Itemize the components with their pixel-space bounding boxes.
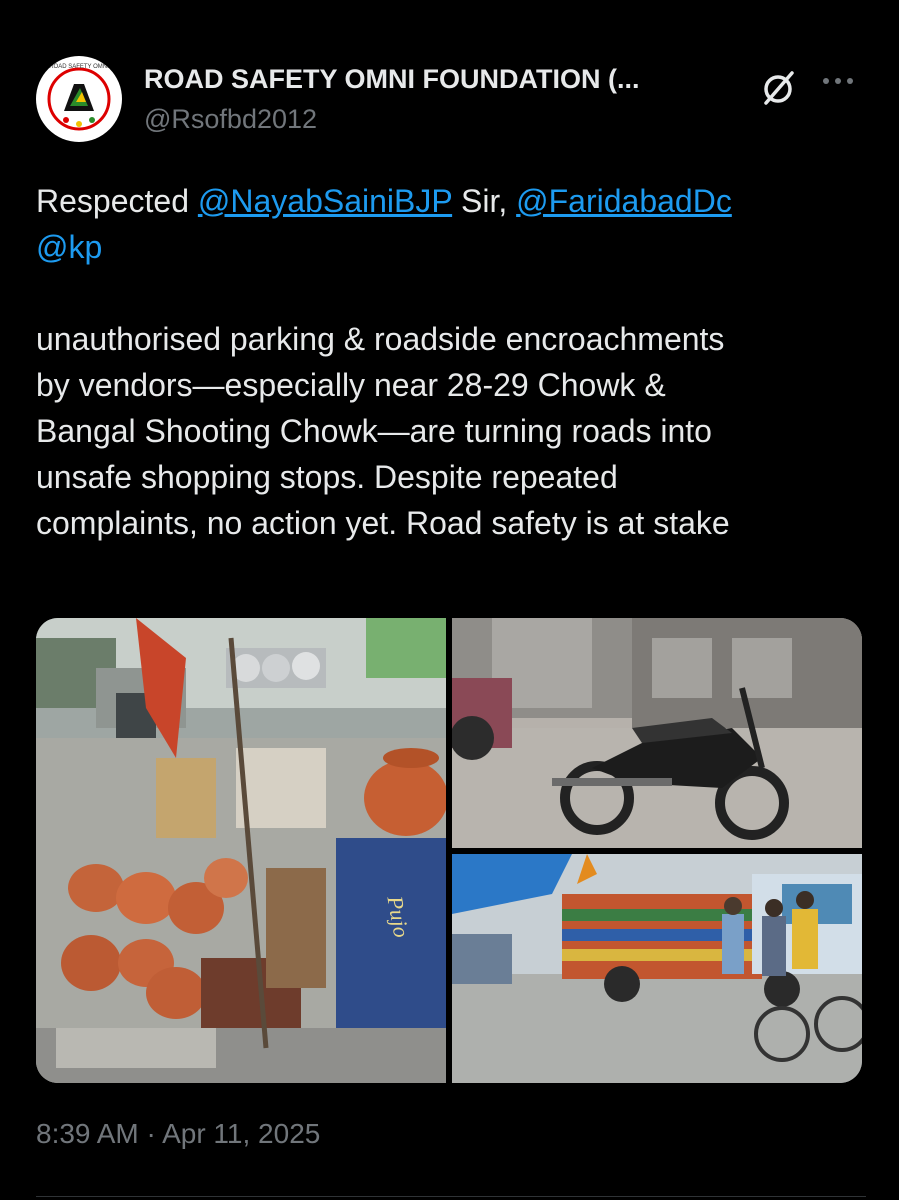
photo-pot-vendors[interactable]: Pujo (36, 618, 446, 1083)
mention-link[interactable]: @FaridabadDc (516, 183, 732, 219)
mention-link[interactable]: @kp (36, 229, 102, 265)
respected-text: Respected (36, 183, 189, 219)
avatar[interactable]: ROAD SAFETY OMNI (36, 56, 122, 142)
post-header: ROAD SAFETY OMNI ROAD SAFETY OMNI FOUNDA… (36, 56, 866, 146)
photo-parked-motorcycle[interactable] (452, 618, 862, 848)
grok-icon[interactable] (758, 68, 798, 108)
body-line: unauthorised parking & roadside encroach… (36, 321, 725, 357)
photo-truck-on-road[interactable] (452, 854, 862, 1083)
mention-link[interactable]: @NayabSainiBJP (198, 183, 452, 219)
mention-line: @kp (36, 224, 866, 270)
post-text: Respected @NayabSainiBJP Sir, @Faridabad… (36, 178, 866, 546)
salutation-line: Respected @NayabSainiBJP Sir, @Faridabad… (36, 178, 866, 224)
media-grid: Pujo (36, 618, 862, 1083)
author-handle[interactable]: @Rsofbd2012 (144, 104, 317, 135)
divider (36, 1196, 866, 1197)
body-line: unsafe shopping stops. Despite repeated (36, 459, 618, 495)
body-line: Bangal Shooting Chowk—are turning roads … (36, 413, 712, 449)
svg-text:ROAD SAFETY OMNI: ROAD SAFETY OMNI (49, 64, 109, 70)
body-line: by vendors—especially near 28-29 Chowk & (36, 367, 666, 403)
post-timestamp[interactable]: 8:39 AM · Apr 11, 2025 (36, 1118, 320, 1150)
sir-text: Sir, (461, 183, 508, 219)
author-name[interactable]: ROAD SAFETY OMNI FOUNDATION (... (144, 64, 640, 95)
body-line: complaints, no action yet. Road safety i… (36, 505, 730, 541)
more-horizontal-icon[interactable] (816, 66, 860, 96)
